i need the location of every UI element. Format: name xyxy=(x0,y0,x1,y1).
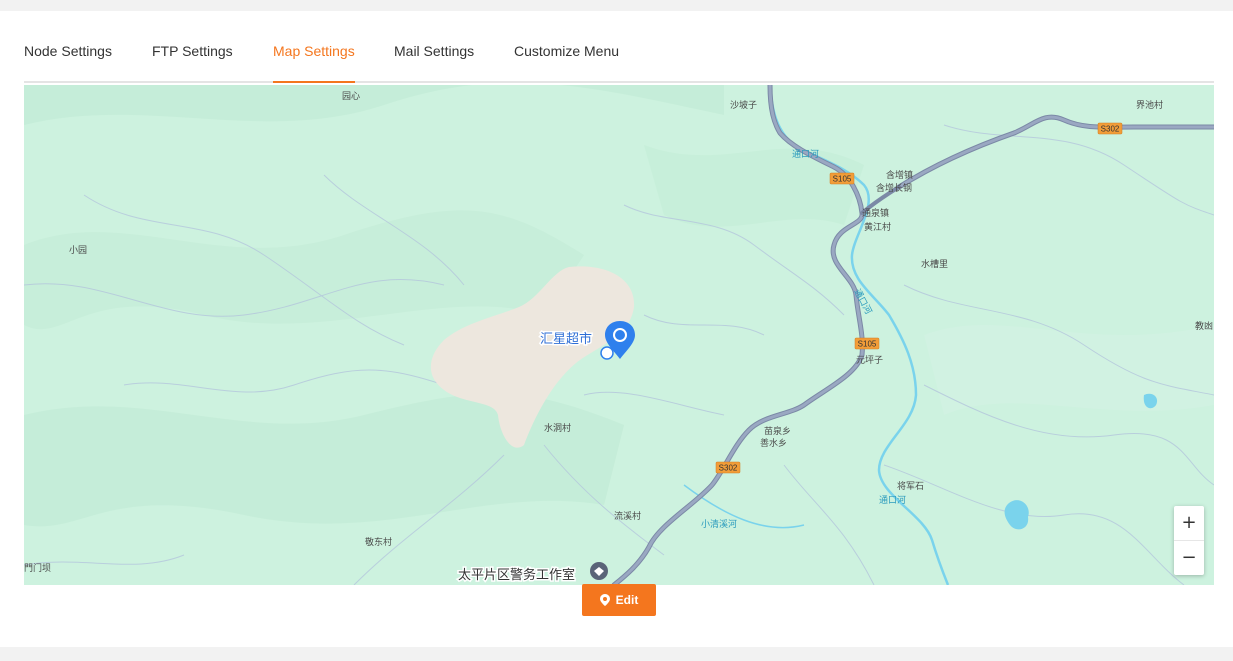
river-label: 通口河 xyxy=(792,148,819,160)
settings-card: Node Settings FTP Settings Map Settings … xyxy=(0,11,1233,647)
river-label: 通口河 xyxy=(879,494,906,506)
tab-map-settings[interactable]: Map Settings xyxy=(273,41,355,83)
map-label: 小园 xyxy=(69,245,87,256)
map-label: 将军石 xyxy=(897,481,924,492)
map-label: 含增长钢 xyxy=(876,182,912,194)
map-view[interactable]: S105 S302 S105 S302 园心 沙坡子 界池村 含增镇 含增长钢 … xyxy=(24,85,1214,585)
map-label: 敬东村 xyxy=(365,536,392,548)
road-label-s105-mid: S105 xyxy=(858,340,877,349)
map-label: 水洞村 xyxy=(544,422,571,434)
map-label: 水槽里 xyxy=(921,258,948,270)
map-label: 善水乡 xyxy=(760,437,787,449)
map-label: 通泉镇 xyxy=(862,207,889,219)
police-station-label: 太平片区警务工作室 xyxy=(458,567,575,583)
map-label: 黄江村 xyxy=(864,221,891,233)
road-label-s302-right: S302 xyxy=(1101,125,1120,134)
edit-button-label: Edit xyxy=(615,593,639,607)
road-label-s302-bottom: S302 xyxy=(719,464,738,473)
map-label: 門门坝 xyxy=(24,562,51,574)
location-pin-icon xyxy=(599,594,610,606)
settings-tabs: Node Settings FTP Settings Map Settings … xyxy=(24,41,1214,83)
tab-mail-settings[interactable]: Mail Settings xyxy=(394,41,474,81)
tab-customize-menu[interactable]: Customize Menu xyxy=(514,41,619,81)
zoom-out-button[interactable]: − xyxy=(1174,541,1204,575)
supermarket-label: 汇星超市 xyxy=(540,331,592,347)
edit-button[interactable]: Edit xyxy=(582,584,656,616)
map-label: 界池村 xyxy=(1136,99,1163,111)
map-label: 沙坡子 xyxy=(730,99,757,111)
map-label: 流溪村 xyxy=(614,510,641,522)
tab-ftp-settings[interactable]: FTP Settings xyxy=(152,41,233,81)
map-label: 教凼 xyxy=(1195,320,1213,332)
map-label: 园心 xyxy=(342,91,360,102)
map-label: 含增镇 xyxy=(886,169,913,181)
river-label: 小清溪河 xyxy=(701,518,737,530)
map-label: 苗泉乡 xyxy=(764,425,791,437)
map-canvas[interactable]: S105 S302 S105 S302 园心 沙坡子 界池村 含增镇 含增长钢 … xyxy=(24,85,1214,585)
tab-node-settings[interactable]: Node Settings xyxy=(24,41,112,81)
road-label-s105-top: S105 xyxy=(833,175,852,184)
zoom-in-button[interactable]: + xyxy=(1174,506,1204,540)
map-label: 元坪子 xyxy=(856,355,883,366)
zoom-control: + − xyxy=(1174,506,1204,575)
location-dot-icon xyxy=(600,346,614,360)
